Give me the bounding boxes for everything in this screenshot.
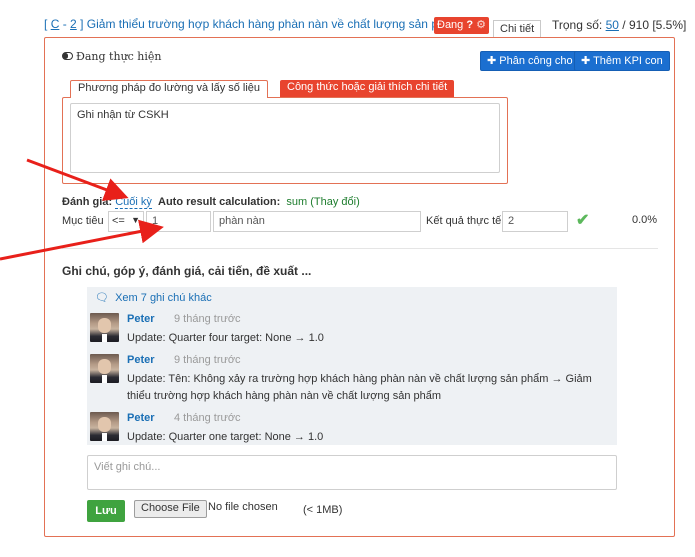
close-bracket: ] [80,17,84,31]
evaluation-row: Đánh giá: Cuối kỳ Auto result calculatio… [62,196,360,209]
plus-icon: ✚ [487,55,497,67]
tab-measurement-method[interactable]: Phương pháp đo lường và lấy số liệu [70,80,269,98]
comment-textarea[interactable]: Viết ghi chú... [87,455,617,490]
tab-formula[interactable]: Công thức hoặc giải thích chi tiết [280,80,455,97]
see-more-label: Xem 7 ghi chú khác [115,292,212,304]
toggle-icon [62,52,73,60]
choose-file-button[interactable]: Choose File [134,500,207,518]
add-kpi-button-label: Thêm KPI con [593,55,663,67]
auto-calc-label: Auto result calculation: [158,196,281,208]
open-bracket: [ [44,17,48,31]
kpi-code-link-2[interactable]: 2 [70,17,77,31]
note-text: Update: Quarter one target: None → 1.0 [127,431,324,443]
comment-icon: 🗨 [95,292,109,304]
notes-title: Ghi chú, góp ý, đánh giá, cải tiến, đề x… [62,264,312,278]
avatar [90,354,119,383]
weight-total: / 910 [5.5%] [622,18,687,32]
file-status: No file chosen [208,501,278,513]
status-toggle[interactable]: Đang thực hiện [62,50,162,63]
assign-button[interactable]: ✚ Phân công cho [480,51,580,71]
status-badge[interactable]: Đang ? ⚙ [434,17,490,34]
actual-result-label: Kết quả thực tế [426,215,502,227]
avatar [90,412,119,441]
evaluation-label: Đánh giá: [62,196,113,208]
assign-button-label: Phân công cho [499,55,573,67]
note-author[interactable]: Peter [127,313,155,325]
weight-label: Trọng số: [552,18,603,32]
kpi-title-link[interactable]: Giảm thiểu trường hợp khách hàng phàn nà… [87,17,462,31]
note-text: Update: Quarter four target: None → 1.0 [127,332,324,344]
avatar [90,313,119,342]
operator-select[interactable]: <= ▼ [108,211,144,232]
note-time: 9 tháng trước [174,354,241,366]
kpi-weight: Trọng số: 50 / 910 [5.5%] [552,18,686,32]
gear-icon[interactable]: ⚙ [476,19,486,31]
note-author[interactable]: Peter [127,354,155,366]
caret-down-icon: ▼ [131,215,140,225]
note-text: Update: Tên: Không xảy ra trường hợp khá… [127,373,592,402]
code-separator: - [62,17,67,31]
target-label: Mục tiêu [62,215,104,227]
plus-icon: ✚ [581,55,591,67]
auto-calc-method: sum [286,196,308,208]
note-author[interactable]: Peter [127,412,155,424]
change-calc-link[interactable]: (Thay đổi) [310,196,360,208]
target-row: Mục tiêu <= ▼ 1 phàn nàn Kết quả thực tế… [62,211,662,233]
note-time: 9 tháng trước [174,313,241,325]
kpi-code-link-1[interactable]: C [51,17,60,31]
see-more-notes-link[interactable]: 🗨 Xem 7 ghi chú khác [95,291,212,304]
check-icon[interactable]: ✔ [576,210,589,230]
evaluation-period-link[interactable]: Cuối kỳ [115,196,152,209]
add-child-kpi-button[interactable]: ✚ Thêm KPI con [574,51,670,71]
weight-value-link[interactable]: 50 [606,18,619,32]
operator-value: <= [112,215,125,227]
method-textarea[interactable]: Ghi nhận từ CSKH [70,103,500,173]
file-size-limit: (< 1MB) [303,504,343,516]
badge-label: Đang [437,19,464,31]
completion-percent: 0.0% [632,214,658,226]
help-icon[interactable]: ? [466,19,473,31]
target-unit-input[interactable]: phàn nàn [213,211,421,232]
save-button[interactable]: Lưu [87,500,125,522]
note-time: 4 tháng trước [174,412,241,424]
divider [62,248,658,249]
actual-result-input[interactable]: 2 [502,211,568,232]
target-value-input[interactable]: 1 [146,211,211,232]
notes-list [87,287,617,445]
status-label: Đang thực hiện [76,50,162,63]
